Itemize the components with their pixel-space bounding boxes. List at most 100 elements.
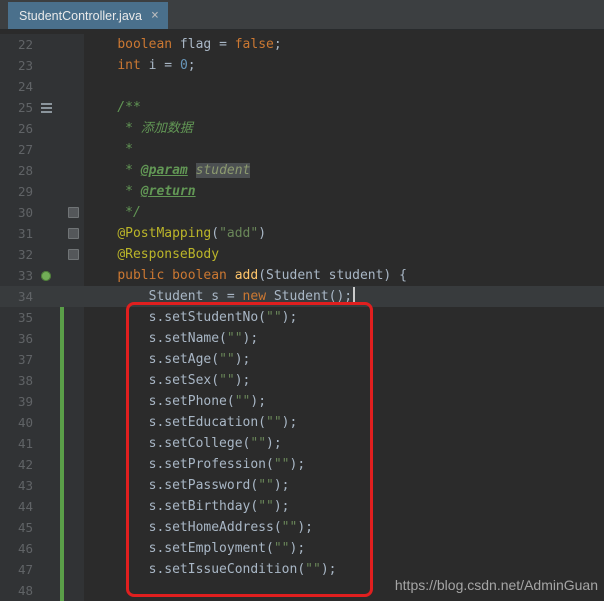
vcs-change-bar[interactable] <box>60 580 64 601</box>
tab-close-icon[interactable]: × <box>151 9 159 22</box>
token: ); <box>250 394 267 409</box>
code-line[interactable]: 26 * 添加数据 <box>0 118 604 139</box>
gutter: 48 <box>0 580 84 601</box>
token: @PostMapping <box>117 226 212 241</box>
line-number[interactable]: 47 <box>0 559 33 580</box>
code-text: * 添加数据 <box>84 118 193 139</box>
line-number[interactable]: 43 <box>0 475 33 496</box>
line-number[interactable]: 46 <box>0 538 33 559</box>
code-line[interactable]: 43 s.setPassword(""); <box>0 475 604 496</box>
vcs-change-bar[interactable] <box>60 496 64 517</box>
code-line[interactable]: 31 @PostMapping("add") <box>0 223 604 244</box>
code-line[interactable]: 34 Student s = new Student(); <box>0 286 604 307</box>
vcs-change-bar[interactable] <box>60 559 64 580</box>
line-number[interactable]: 25 <box>0 97 33 118</box>
line-number[interactable]: 29 <box>0 181 33 202</box>
vcs-change-bar <box>60 181 64 202</box>
editor-tab[interactable]: StudentController.java × <box>8 2 168 29</box>
line-number[interactable]: 45 <box>0 517 33 538</box>
code-line[interactable]: 32 @ResponseBody <box>0 244 604 265</box>
line-number[interactable]: 23 <box>0 55 33 76</box>
line-number[interactable]: 42 <box>0 454 33 475</box>
token: 0 <box>179 58 188 73</box>
code-line[interactable]: 37 s.setAge(""); <box>0 349 604 370</box>
gutter: 34 <box>0 286 84 307</box>
code-line[interactable]: 33 public boolean add(Student student) { <box>0 265 604 286</box>
editor-tab-bar: StudentController.java × <box>0 0 604 30</box>
line-number[interactable]: 48 <box>0 580 33 601</box>
fold-marker[interactable] <box>68 228 79 239</box>
vcs-change-bar[interactable] <box>60 349 64 370</box>
vcs-change-bar[interactable] <box>60 307 64 328</box>
token: ); <box>281 310 298 325</box>
code-line[interactable]: 29 * @return <box>0 181 604 202</box>
code-text: @PostMapping("add") <box>84 223 266 244</box>
vcs-change-bar[interactable] <box>60 517 64 538</box>
code-line[interactable]: 40 s.setEducation(""); <box>0 412 604 433</box>
gutter: 30 <box>0 202 84 223</box>
code-line[interactable]: 28 * @param student <box>0 160 604 181</box>
code-line[interactable]: 42 s.setProfession(""); <box>0 454 604 475</box>
line-number[interactable]: 26 <box>0 118 33 139</box>
token: */ <box>86 205 141 220</box>
code-line[interactable]: 23 int i = 0; <box>0 55 604 76</box>
line-number[interactable]: 30 <box>0 202 33 223</box>
code-line[interactable]: 30 */ <box>0 202 604 223</box>
code-line[interactable]: 44 s.setBirthday(""); <box>0 496 604 517</box>
code-line[interactable]: 39 s.setPhone(""); <box>0 391 604 412</box>
token: flag = <box>172 37 235 52</box>
code-text: s.setEmployment(""); <box>84 538 306 559</box>
code-line[interactable]: 36 s.setName(""); <box>0 328 604 349</box>
code-line[interactable]: 46 s.setEmployment(""); <box>0 538 604 559</box>
line-number[interactable]: 32 <box>0 244 33 265</box>
fold-marker[interactable] <box>68 207 79 218</box>
code-line[interactable]: 22 boolean flag = false; <box>0 34 604 55</box>
token: s.setStudentNo( <box>86 310 267 325</box>
doc-lines-icon[interactable] <box>40 102 52 113</box>
line-number[interactable]: 44 <box>0 496 33 517</box>
code-text: s.setBirthday(""); <box>84 496 290 517</box>
line-number[interactable]: 38 <box>0 370 33 391</box>
code-line[interactable]: 41 s.setCollege(""); <box>0 433 604 454</box>
code-text: s.setProfession(""); <box>84 454 306 475</box>
vcs-change-bar[interactable] <box>60 538 64 559</box>
gutter: 27 <box>0 139 84 160</box>
vcs-change-bar[interactable] <box>60 412 64 433</box>
line-number[interactable]: 40 <box>0 412 33 433</box>
line-number[interactable]: 39 <box>0 391 33 412</box>
vcs-change-bar[interactable] <box>60 370 64 391</box>
vcs-change-bar[interactable] <box>60 328 64 349</box>
code-line[interactable]: 45 s.setHomeAddress(""); <box>0 517 604 538</box>
line-number[interactable]: 27 <box>0 139 33 160</box>
vcs-change-bar[interactable] <box>60 454 64 475</box>
code-line[interactable]: 25 /** <box>0 97 604 118</box>
vcs-change-bar <box>60 160 64 181</box>
vcs-change-bar[interactable] <box>60 433 64 454</box>
vcs-change-bar[interactable] <box>60 475 64 496</box>
line-number[interactable]: 37 <box>0 349 33 370</box>
line-number[interactable]: 33 <box>0 265 33 286</box>
line-number[interactable]: 24 <box>0 76 33 97</box>
gutter: 28 <box>0 160 84 181</box>
gutter: 32 <box>0 244 84 265</box>
line-number[interactable]: 41 <box>0 433 33 454</box>
vcs-change-bar[interactable] <box>60 391 64 412</box>
token: "" <box>258 478 274 493</box>
line-number[interactable]: 36 <box>0 328 33 349</box>
code-line[interactable]: 24 <box>0 76 604 97</box>
line-number[interactable]: 28 <box>0 160 33 181</box>
line-number[interactable]: 22 <box>0 34 33 55</box>
line-number[interactable]: 35 <box>0 307 33 328</box>
token: ); <box>289 457 306 472</box>
code-line[interactable]: 35 s.setStudentNo(""); <box>0 307 604 328</box>
line-number[interactable]: 31 <box>0 223 33 244</box>
token: ); <box>273 499 290 514</box>
code-line[interactable]: 27 * <box>0 139 604 160</box>
token: Student s = <box>86 289 243 304</box>
code-line[interactable]: 38 s.setSex(""); <box>0 370 604 391</box>
line-number[interactable]: 34 <box>0 286 33 307</box>
fold-marker[interactable] <box>68 249 79 260</box>
spring-mapping-icon[interactable] <box>41 270 51 281</box>
